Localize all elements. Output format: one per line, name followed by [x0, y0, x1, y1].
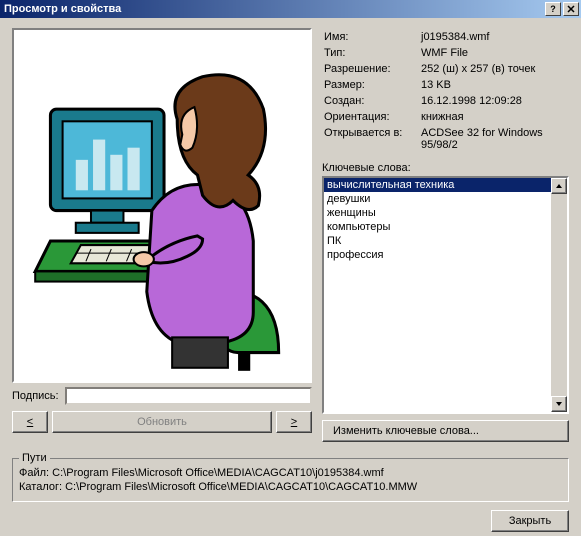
prop-size-value: 13 KB: [421, 78, 567, 92]
prop-type-label: Тип:: [324, 46, 419, 60]
list-item[interactable]: ПК: [324, 234, 567, 248]
clipart-image: [20, 36, 304, 375]
scroll-down-button[interactable]: [551, 396, 567, 412]
prop-orient-value: книжная: [421, 110, 567, 124]
close-window-button[interactable]: [563, 2, 579, 16]
keywords-label: Ключевые слова:: [322, 162, 569, 174]
paths-group: Пути Файл: C:\Program Files\Microsoft Of…: [12, 458, 569, 502]
preview-pane: [12, 28, 312, 383]
list-item[interactable]: женщины: [324, 206, 567, 220]
scrollbar[interactable]: [551, 178, 567, 412]
prop-res-label: Разрешение:: [324, 62, 419, 76]
scroll-up-button[interactable]: [551, 178, 567, 194]
list-item[interactable]: девушки: [324, 192, 567, 206]
keywords-listbox[interactable]: вычислительная техника девушки женщины к…: [322, 176, 569, 414]
help-button[interactable]: ?: [545, 2, 561, 16]
prop-name-label: Имя:: [324, 30, 419, 44]
file-path-value: C:\Program Files\Microsoft Office\MEDIA\…: [52, 467, 384, 479]
caption-input[interactable]: [65, 387, 312, 405]
list-item[interactable]: компьютеры: [324, 220, 567, 234]
prop-type-value: WMF File: [421, 46, 567, 60]
file-path-label: Файл:: [19, 467, 49, 479]
properties-table: Имя:j0195384.wmf Тип:WMF File Разрешение…: [322, 28, 569, 154]
update-button[interactable]: Обновить: [52, 411, 272, 433]
prop-opens-value: ACDSee 32 for Windows 95/98/2: [421, 126, 567, 152]
caption-label: Подпись:: [12, 390, 59, 402]
paths-legend: Пути: [19, 452, 50, 464]
prop-name-value: j0195384.wmf: [421, 30, 567, 44]
prop-created-label: Создан:: [324, 94, 419, 108]
chevron-down-icon: [556, 402, 562, 406]
next-button[interactable]: >: [276, 411, 312, 433]
prop-size-label: Размер:: [324, 78, 419, 92]
catalog-path-value: C:\Program Files\Microsoft Office\MEDIA\…: [65, 481, 417, 493]
prev-button[interactable]: <: [12, 411, 48, 433]
list-item[interactable]: профессия: [324, 248, 567, 262]
chevron-up-icon: [556, 184, 562, 188]
prop-res-value: 252 (ш) x 257 (в) точек: [421, 62, 567, 76]
close-button[interactable]: Закрыть: [491, 510, 569, 532]
close-icon: [567, 5, 575, 13]
list-item[interactable]: вычислительная техника: [324, 178, 567, 192]
prop-created-value: 16.12.1998 12:09:28: [421, 94, 567, 108]
titlebar: Просмотр и свойства ?: [0, 0, 581, 18]
prop-opens-label: Открывается в:: [324, 126, 419, 152]
prop-orient-label: Ориентация:: [324, 110, 419, 124]
window-title: Просмотр и свойства: [2, 3, 543, 15]
catalog-path-label: Каталог:: [19, 481, 62, 493]
edit-keywords-button[interactable]: Изменить ключевые слова...: [322, 420, 569, 442]
